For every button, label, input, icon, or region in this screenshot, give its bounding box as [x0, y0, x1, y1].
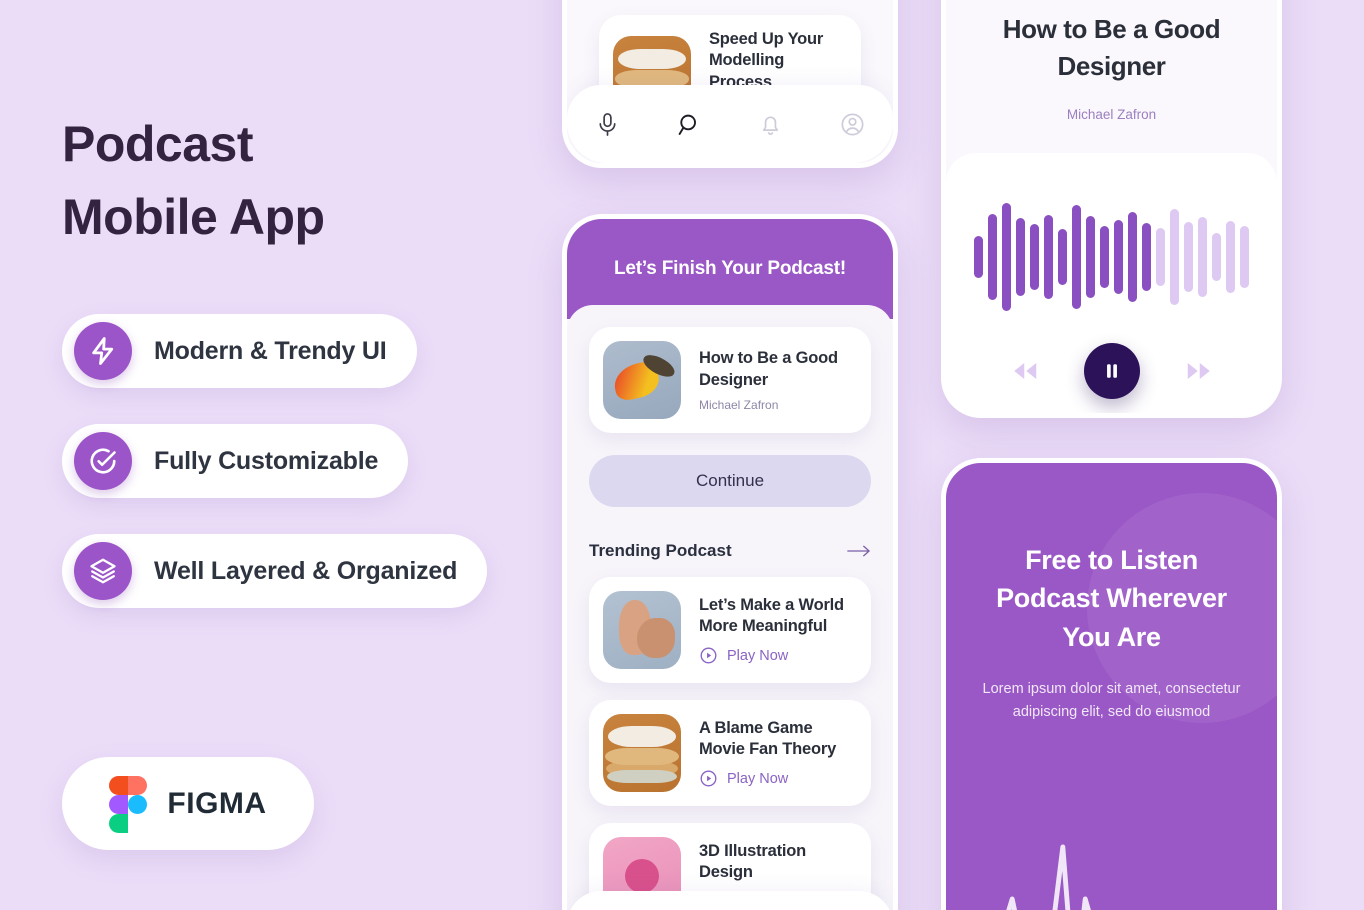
play-circle-icon — [700, 770, 717, 787]
waveform-bar — [1058, 229, 1067, 285]
bell-icon — [763, 116, 779, 135]
play-now-button[interactable]: Play Now — [699, 769, 857, 788]
nav-item-search[interactable] — [661, 902, 717, 910]
left-marketing-panel: Podcast Mobile App Modern & Trendy UI Fu… — [0, 0, 560, 910]
waveform-bar — [1086, 216, 1095, 298]
nav-item-microphone[interactable] — [580, 96, 636, 152]
feature-label: Modern & Trendy UI — [154, 336, 387, 365]
figma-logo-icon — [109, 775, 148, 833]
waveform-bar — [1016, 218, 1025, 296]
nav-item-search[interactable] — [661, 96, 717, 152]
promo-subtitle: Lorem ipsum dolor sit amet, consectetur … — [982, 680, 1241, 721]
nav-item-notifications[interactable] — [743, 902, 799, 910]
trending-card-2[interactable]: A Blame Game Movie Fan Theory Play Now — [589, 700, 871, 806]
player-author: Michael Zafron — [1066, 106, 1157, 122]
podcast-thumbnail — [603, 714, 681, 792]
podcast-thumbnail — [603, 591, 681, 669]
waveform-bar — [1100, 226, 1109, 288]
waveform-bar — [1226, 221, 1235, 293]
check-circle-icon — [74, 432, 132, 490]
waveform-bar — [1170, 209, 1179, 305]
screen-header-title: Let’s Finish Your Podcast! — [614, 258, 846, 279]
forward-glyph — [1187, 363, 1210, 379]
pulse-waveform-icon — [946, 813, 1277, 910]
waveform-bar — [1114, 220, 1123, 294]
screen-header: Let’s Finish Your Podcast! — [567, 219, 893, 319]
promo-title: Free to Listen Podcast Wherever You Are — [996, 545, 1227, 652]
bottom-navigation-bar — [567, 891, 893, 910]
pause-icon — [1106, 364, 1117, 378]
play-circle-icon — [700, 647, 717, 664]
phone-screen-player: How to Be a Good Designer Michael Zafron — [941, 0, 1282, 418]
player-sheet — [946, 153, 1277, 413]
waveform-bar — [1030, 224, 1039, 290]
rewind-glyph — [1013, 363, 1036, 379]
waveform-bar — [1002, 203, 1011, 311]
content-sheet: How to Be a Good Designer Michael Zafron… — [567, 305, 893, 910]
resume-podcast-card[interactable]: How to Be a Good Designer Michael Zafron — [589, 327, 871, 433]
page-title: Podcast Mobile App — [62, 116, 325, 245]
rewind-icon[interactable] — [1010, 356, 1040, 386]
layers-icon — [74, 542, 132, 600]
arrow-right-icon[interactable] — [847, 543, 871, 559]
waveform-bar — [988, 214, 997, 300]
feature-label: Well Layered & Organized — [154, 556, 458, 585]
trending-section-header: Trending Podcast — [589, 541, 871, 561]
feature-label: Fully Customizable — [154, 446, 379, 475]
profile-icon — [841, 113, 864, 135]
lightning-bolt-icon — [74, 322, 132, 380]
poster-canvas: Podcast Mobile App Modern & Trendy UI Fu… — [0, 0, 1364, 910]
phone-screen-home-partial: Speed Up Your Modelling Process Play Now — [562, 0, 898, 168]
podcast-card-body: How to Be a Good Designer Michael Zafron — [699, 348, 857, 412]
podcast-card-body: Let’s Make a World More Meaningful Play … — [699, 595, 857, 666]
podcast-title: A Blame Game Movie Fan Theory — [699, 718, 837, 758]
section-title: Trending Podcast — [589, 541, 732, 560]
bottom-navigation-bar — [567, 85, 893, 163]
player-controls — [970, 343, 1253, 399]
player-header: How to Be a Good Designer Michael Zafron — [946, 0, 1277, 122]
nav-item-profile[interactable] — [824, 96, 880, 152]
waveform-bar — [1072, 205, 1081, 309]
trending-card-1[interactable]: Let’s Make a World More Meaningful Play … — [589, 577, 871, 683]
nav-item-profile[interactable] — [824, 902, 880, 910]
promo-content: Free to Listen Podcast Wherever You Are … — [946, 463, 1277, 910]
waveform-bar — [1044, 215, 1053, 299]
microphone-icon — [599, 112, 616, 136]
waveform-bar — [974, 236, 983, 278]
waveform-bar — [1198, 217, 1207, 297]
podcast-title: Let’s Make a World More Meaningful — [699, 595, 844, 635]
phone-screen-promo: Free to Listen Podcast Wherever You Are … — [941, 458, 1282, 910]
play-now-label: Play Now — [727, 770, 789, 787]
trending-podcast-list: Let’s Make a World More Meaningful Play … — [589, 577, 871, 910]
feature-list: Modern & Trendy UI Fully Customizable We… — [62, 314, 532, 644]
waveform-bar — [1212, 233, 1221, 281]
play-now-label: Play Now — [727, 647, 789, 664]
figma-label: FIGMA — [167, 786, 267, 820]
player-title: How to Be a Good Designer — [1002, 14, 1221, 81]
feature-pill-modern-trendy-ui[interactable]: Modern & Trendy UI — [62, 314, 417, 388]
podcast-title: How to Be a Good Designer — [699, 349, 838, 389]
waveform-bar — [1184, 222, 1193, 292]
waveform-bar — [1240, 226, 1249, 288]
play-now-button[interactable]: Play Now — [699, 646, 857, 665]
podcast-author: Michael Zafron — [699, 397, 779, 412]
waveform-bar — [1156, 228, 1165, 286]
feature-pill-well-layered-organized[interactable]: Well Layered & Organized — [62, 534, 488, 608]
waveform-bar — [1128, 212, 1137, 302]
fast-forward-icon[interactable] — [1184, 356, 1214, 386]
podcast-thumbnail — [603, 341, 681, 419]
nav-item-microphone[interactable] — [580, 902, 636, 910]
nav-item-notifications[interactable] — [743, 96, 799, 152]
continue-button[interactable]: Continue — [589, 455, 871, 507]
figma-badge[interactable]: FIGMA — [62, 757, 314, 850]
waveform-bar — [1142, 223, 1151, 291]
pause-button[interactable] — [1083, 343, 1140, 399]
podcast-card-body: A Blame Game Movie Fan Theory Play Now — [699, 718, 857, 789]
phone-screen-finish-podcast: Let’s Finish Your Podcast! How to Be a G… — [562, 214, 898, 910]
feature-pill-fully-customizable[interactable]: Fully Customizable — [62, 424, 409, 498]
audio-waveform[interactable] — [970, 187, 1253, 327]
podcast-title: 3D Illustration Design — [699, 841, 807, 881]
podcast-title: Speed Up Your Modelling Process — [709, 30, 824, 91]
search-icon — [678, 114, 696, 135]
